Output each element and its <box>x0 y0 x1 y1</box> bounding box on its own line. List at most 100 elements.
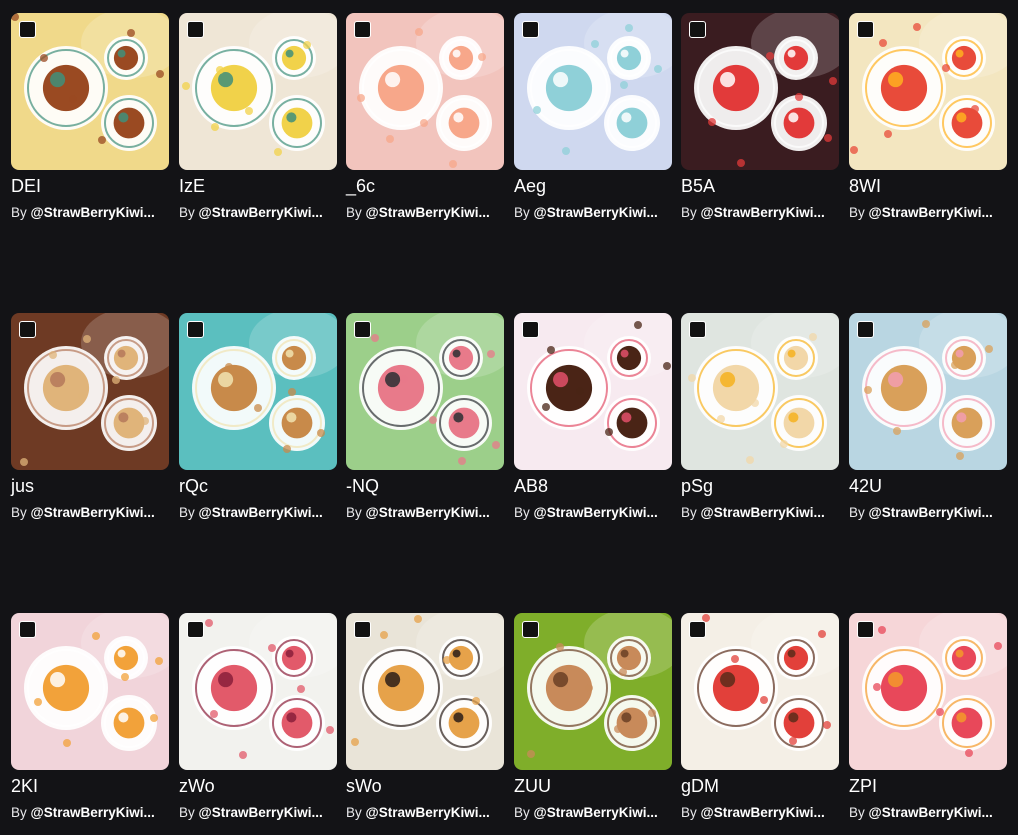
select-checkbox[interactable] <box>857 621 874 638</box>
select-checkbox[interactable] <box>19 21 36 38</box>
select-checkbox[interactable] <box>689 621 706 638</box>
item-title[interactable]: pSg <box>681 476 839 496</box>
item-title[interactable]: zWo <box>179 776 337 796</box>
select-checkbox[interactable] <box>689 321 706 338</box>
by-label: By <box>514 205 530 220</box>
author-link[interactable]: @StrawBerryKiwi... <box>31 805 155 820</box>
thumbnail-image[interactable] <box>346 613 504 770</box>
select-checkbox[interactable] <box>689 21 706 38</box>
byline: By @StrawBerryKiwi... <box>346 505 504 521</box>
byline: By @StrawBerryKiwi... <box>514 805 672 821</box>
item-title[interactable]: rQc <box>179 476 337 496</box>
item-title[interactable]: 2KI <box>11 776 169 796</box>
gallery-card: 2KI By @StrawBerryKiwi... <box>11 613 169 821</box>
gallery-card: DEI By @StrawBerryKiwi... <box>11 13 169 221</box>
author-link[interactable]: @StrawBerryKiwi... <box>366 205 490 220</box>
author-link[interactable]: @StrawBerryKiwi... <box>869 505 993 520</box>
byline: By @StrawBerryKiwi... <box>11 805 169 821</box>
select-checkbox[interactable] <box>522 321 539 338</box>
select-checkbox[interactable] <box>354 21 371 38</box>
byline: By @StrawBerryKiwi... <box>11 205 169 221</box>
author-link[interactable]: @StrawBerryKiwi... <box>701 805 825 820</box>
item-title[interactable]: DEI <box>11 176 169 196</box>
select-checkbox[interactable] <box>187 621 204 638</box>
byline: By @StrawBerryKiwi... <box>849 505 1007 521</box>
gallery-card: zWo By @StrawBerryKiwi... <box>179 613 337 821</box>
thumbnail-image[interactable] <box>179 13 337 170</box>
thumbnail-image[interactable] <box>346 13 504 170</box>
item-title[interactable]: B5A <box>681 176 839 196</box>
by-label: By <box>681 505 697 520</box>
select-checkbox[interactable] <box>19 321 36 338</box>
select-checkbox[interactable] <box>354 321 371 338</box>
thumbnail-image[interactable] <box>11 613 169 770</box>
author-link[interactable]: @StrawBerryKiwi... <box>701 505 825 520</box>
by-label: By <box>849 805 865 820</box>
by-label: By <box>681 205 697 220</box>
byline: By @StrawBerryKiwi... <box>346 805 504 821</box>
item-title[interactable]: ZUU <box>514 776 672 796</box>
author-link[interactable]: @StrawBerryKiwi... <box>199 505 323 520</box>
by-label: By <box>346 505 362 520</box>
item-title[interactable]: jus <box>11 476 169 496</box>
author-link[interactable]: @StrawBerryKiwi... <box>869 805 993 820</box>
item-title[interactable]: sWo <box>346 776 504 796</box>
by-label: By <box>346 805 362 820</box>
select-checkbox[interactable] <box>187 21 204 38</box>
item-title[interactable]: 8WI <box>849 176 1007 196</box>
thumbnail-image[interactable] <box>849 13 1007 170</box>
author-link[interactable]: @StrawBerryKiwi... <box>199 805 323 820</box>
gallery-card: rQc By @StrawBerryKiwi... <box>179 313 337 521</box>
thumbnail-image[interactable] <box>849 313 1007 470</box>
gallery-card: Aeg By @StrawBerryKiwi... <box>514 13 672 221</box>
item-title[interactable]: _6c <box>346 176 504 196</box>
thumbnail-image[interactable] <box>514 613 672 770</box>
item-title[interactable]: -NQ <box>346 476 504 496</box>
thumbnail-image[interactable] <box>179 313 337 470</box>
select-checkbox[interactable] <box>19 621 36 638</box>
gallery-card: IzE By @StrawBerryKiwi... <box>179 13 337 221</box>
author-link[interactable]: @StrawBerryKiwi... <box>199 205 323 220</box>
author-link[interactable]: @StrawBerryKiwi... <box>31 505 155 520</box>
item-title[interactable]: ZPI <box>849 776 1007 796</box>
gallery-card: gDM By @StrawBerryKiwi... <box>681 613 839 821</box>
item-title[interactable]: 42U <box>849 476 1007 496</box>
thumbnail-image[interactable] <box>514 313 672 470</box>
select-checkbox[interactable] <box>857 21 874 38</box>
select-checkbox[interactable] <box>857 321 874 338</box>
thumbnail-image[interactable] <box>11 313 169 470</box>
author-link[interactable]: @StrawBerryKiwi... <box>534 805 658 820</box>
thumbnail-image[interactable] <box>681 13 839 170</box>
author-link[interactable]: @StrawBerryKiwi... <box>869 205 993 220</box>
by-label: By <box>179 505 195 520</box>
byline: By @StrawBerryKiwi... <box>346 205 504 221</box>
select-checkbox[interactable] <box>522 621 539 638</box>
thumbnail-image[interactable] <box>179 613 337 770</box>
byline: By @StrawBerryKiwi... <box>179 805 337 821</box>
author-link[interactable]: @StrawBerryKiwi... <box>31 205 155 220</box>
thumbnail-image[interactable] <box>11 13 169 170</box>
by-label: By <box>179 805 195 820</box>
author-link[interactable]: @StrawBerryKiwi... <box>534 205 658 220</box>
author-link[interactable]: @StrawBerryKiwi... <box>701 205 825 220</box>
author-link[interactable]: @StrawBerryKiwi... <box>366 505 490 520</box>
item-title[interactable]: gDM <box>681 776 839 796</box>
item-title[interactable]: IzE <box>179 176 337 196</box>
by-label: By <box>11 505 27 520</box>
select-checkbox[interactable] <box>354 621 371 638</box>
thumbnail-image[interactable] <box>849 613 1007 770</box>
thumbnail-image[interactable] <box>681 613 839 770</box>
author-link[interactable]: @StrawBerryKiwi... <box>366 805 490 820</box>
thumbnail-image[interactable] <box>514 13 672 170</box>
thumbnail-image[interactable] <box>681 313 839 470</box>
thumbnail-image[interactable] <box>346 313 504 470</box>
by-label: By <box>514 505 530 520</box>
item-title[interactable]: Aeg <box>514 176 672 196</box>
byline: By @StrawBerryKiwi... <box>514 505 672 521</box>
byline: By @StrawBerryKiwi... <box>681 805 839 821</box>
author-link[interactable]: @StrawBerryKiwi... <box>534 505 658 520</box>
item-title[interactable]: AB8 <box>514 476 672 496</box>
select-checkbox[interactable] <box>522 21 539 38</box>
select-checkbox[interactable] <box>187 321 204 338</box>
byline: By @StrawBerryKiwi... <box>849 805 1007 821</box>
